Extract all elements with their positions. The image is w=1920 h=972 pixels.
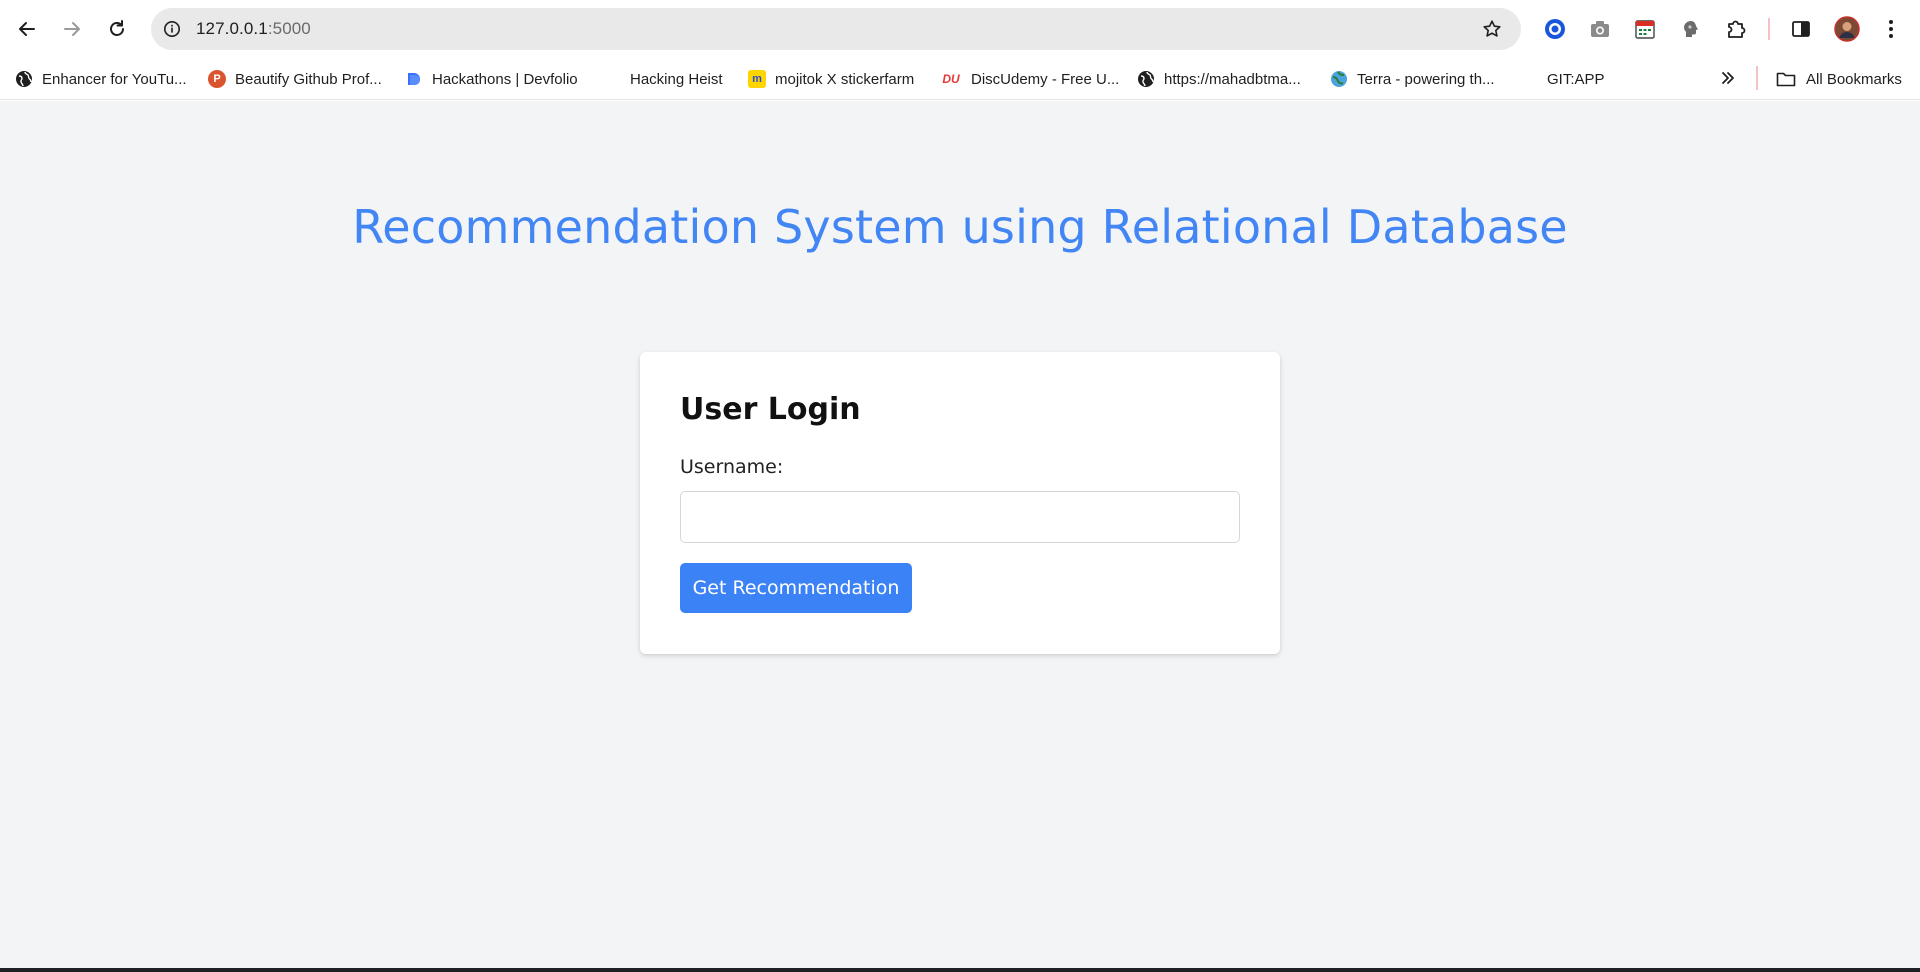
bookmark-label: Terra - powering th... — [1357, 70, 1495, 88]
bookmark-git-app[interactable]: GIT:APP — [1547, 66, 1605, 92]
url-text[interactable]: 127.0.0.1:5000 — [196, 19, 311, 39]
folder-icon — [1776, 70, 1796, 88]
profile-avatar[interactable] — [1833, 15, 1861, 43]
url-port: :5000 — [267, 19, 311, 38]
page-title: Recommendation System using Relational D… — [352, 200, 1568, 254]
toolbar-separator — [1768, 18, 1770, 40]
terra-icon — [1330, 70, 1348, 88]
reload-button[interactable] — [101, 13, 133, 45]
bookmark-beautify-github[interactable]: P Beautify Github Prof... — [208, 66, 382, 92]
get-recommendation-button[interactable]: Get Recommendation — [680, 563, 912, 613]
side-panel-icon[interactable] — [1787, 15, 1815, 43]
bookmark-label: Hacking Heist — [630, 70, 723, 88]
bookmark-discudemy[interactable]: DU DiscUdemy - Free U... — [940, 66, 1119, 92]
bookmark-terra[interactable]: Terra - powering th... — [1330, 66, 1495, 92]
arrow-left-icon — [19, 22, 35, 36]
chrome-menu-icon[interactable] — [1877, 15, 1905, 43]
bookmark-label: Enhancer for YouTu... — [42, 70, 187, 88]
discudemy-icon: DU — [942, 72, 960, 86]
bookmark-label: Hackathons | Devfolio — [432, 70, 578, 88]
calendar-extension-icon[interactable] — [1631, 15, 1659, 43]
bookmark-label: Beautify Github Prof... — [235, 70, 382, 88]
login-card: User Login Username: Get Recommendation — [640, 352, 1280, 654]
more-bookmarks-chevron-icon[interactable] — [1716, 66, 1740, 90]
bookmark-label: https://mahadbtma... — [1164, 70, 1301, 88]
login-heading: User Login — [680, 392, 861, 427]
username-label: Username: — [680, 456, 784, 478]
mojitok-icon: m — [748, 70, 766, 88]
bookmark-star-icon[interactable] — [1481, 18, 1503, 40]
bookmark-enhancer[interactable]: Enhancer for YouTu... — [15, 66, 187, 92]
extensions-puzzle-icon[interactable] — [1722, 15, 1750, 43]
username-input[interactable] — [680, 491, 1240, 543]
site-info-icon[interactable] — [161, 18, 183, 40]
brain-extension-icon[interactable] — [1677, 15, 1705, 43]
bookmark-devfolio[interactable]: Hackathons | Devfolio — [405, 66, 578, 92]
all-bookmarks-button[interactable]: All Bookmarks — [1776, 66, 1902, 92]
globe-icon — [15, 70, 33, 88]
back-button[interactable] — [11, 13, 43, 45]
bookmarks-separator — [1756, 66, 1758, 90]
browser-toolbar: 127.0.0.1:5000 — [0, 0, 1920, 58]
extension-target-icon[interactable] — [1541, 15, 1569, 43]
bookmark-mojitok[interactable]: m mojitok X stickerfarm — [748, 66, 914, 92]
bookmark-hacking-heist[interactable]: Hacking Heist — [630, 66, 723, 92]
devfolio-icon — [405, 70, 423, 88]
window-bottom-edge — [0, 968, 1920, 972]
address-bar[interactable]: 127.0.0.1:5000 — [151, 8, 1521, 50]
all-bookmarks-label: All Bookmarks — [1806, 70, 1902, 88]
camera-icon[interactable] — [1586, 15, 1614, 43]
bookmark-label: mojitok X stickerfarm — [775, 70, 915, 88]
forward-button[interactable] — [56, 13, 88, 45]
bookmark-label: DiscUdemy - Free U... — [971, 70, 1120, 88]
bookmark-mahadbt[interactable]: https://mahadbtma... — [1137, 66, 1301, 92]
bookmarks-bar: Enhancer for YouTu... P Beautify Github … — [0, 58, 1920, 100]
arrow-right-icon — [64, 22, 80, 36]
reload-icon — [110, 20, 124, 36]
url-host: 127.0.0.1 — [196, 19, 268, 38]
globe-icon — [1137, 70, 1155, 88]
p-badge-icon: P — [208, 70, 226, 88]
bookmark-label: GIT:APP — [1547, 70, 1605, 88]
